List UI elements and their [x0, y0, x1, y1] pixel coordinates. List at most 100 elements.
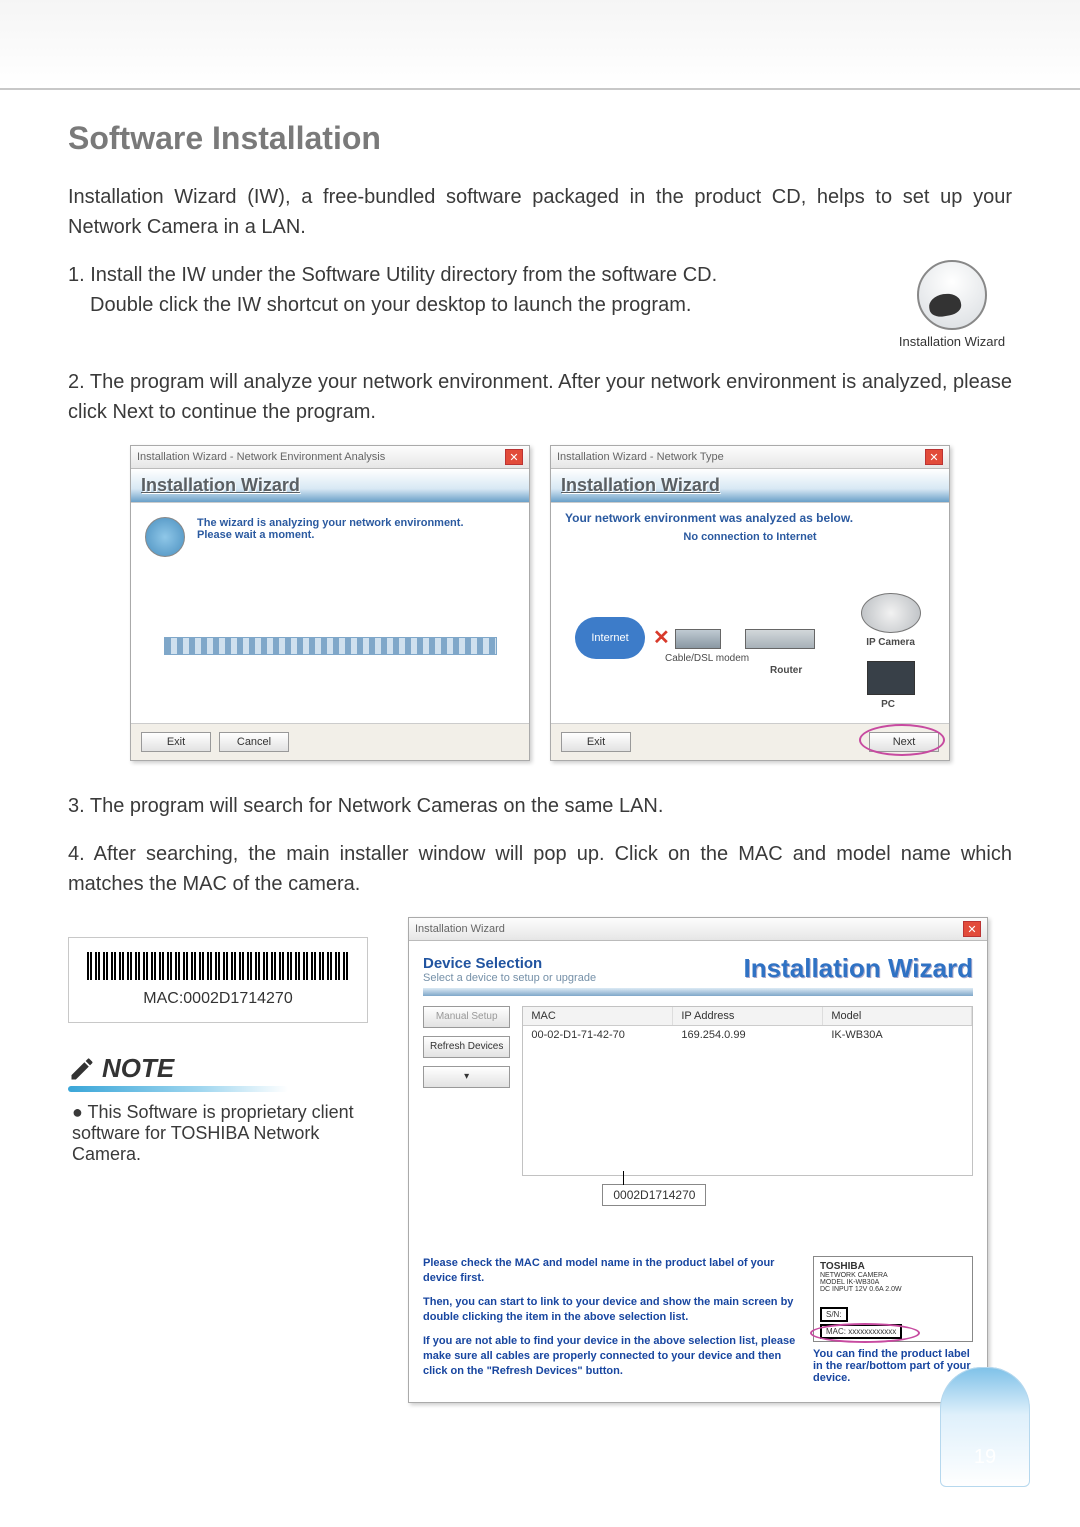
expand-button[interactable]: ▾ — [423, 1066, 510, 1088]
mac-text: MAC:0002D1714270 — [87, 990, 349, 1008]
label-model: NETWORK CAMERA — [820, 1272, 966, 1279]
cell-ip: 169.254.0.99 — [673, 1026, 823, 1044]
device-table[interactable]: MAC IP Address Model 00-02-D1-71-42-70 1… — [522, 1006, 973, 1176]
page-number-chip: 19 — [940, 1367, 1030, 1487]
info-p1: Please check the MAC and model name in t… — [423, 1256, 799, 1287]
screenshot-network-type: Installation Wizard - Network Type ✕ Ins… — [550, 445, 950, 761]
lower-group: MAC:0002D1714270 NOTE ● This Software is… — [68, 917, 1012, 1403]
close-icon[interactable]: ✕ — [925, 449, 943, 465]
ds-subtitle: Select a device to setup or upgrade — [423, 972, 596, 984]
pencil-icon — [68, 1055, 96, 1083]
screenshot-analyzing: Installation Wizard - Network Environmen… — [130, 445, 530, 761]
device-table-wrap: MAC IP Address Model 00-02-D1-71-42-70 1… — [522, 1006, 973, 1206]
spinner-icon — [145, 517, 185, 557]
analyzing-row: The wizard is analyzing your network env… — [145, 517, 515, 557]
exit-button[interactable]: Exit — [561, 732, 631, 752]
info-right: TOSHIBA NETWORK CAMERA MODEL IK-WB30A DC… — [813, 1256, 973, 1388]
note-heading: NOTE — [68, 1053, 388, 1084]
step-1: 1. Install the IW under the Software Uti… — [68, 260, 1012, 349]
device-selection-header: Device Selection Select a device to setu… — [423, 953, 973, 984]
note-bullet: ● This Software is proprietary client so… — [68, 1102, 388, 1165]
ds-brand: Installation Wizard — [744, 953, 973, 984]
shot1-titlebar: Installation Wizard - Network Environmen… — [131, 446, 529, 469]
shot2-header: Installation Wizard — [551, 469, 949, 503]
mac-barcode-card: MAC:0002D1714270 — [68, 937, 368, 1023]
note-underline — [68, 1086, 288, 1092]
screenshot-device-selection: Installation Wizard ✕ Device Selection S… — [408, 917, 988, 1403]
close-icon[interactable]: ✕ — [963, 921, 981, 937]
exit-button[interactable]: Exit — [141, 732, 211, 752]
step-3-text: 3. The program will search for Network C… — [68, 791, 1012, 821]
shot1-body: The wizard is analyzing your network env… — [131, 503, 529, 723]
highlight-ellipse-icon — [859, 724, 945, 756]
refresh-devices-button[interactable]: Refresh Devices — [423, 1036, 510, 1058]
shot3-title: Installation Wizard — [415, 923, 505, 935]
env-analyzed-text: Your network environment was analyzed as… — [565, 511, 935, 525]
iw-icon-label: Installation Wizard — [892, 334, 1012, 349]
cell-model: IK-WB30A — [823, 1026, 972, 1044]
th-ip: IP Address — [673, 1007, 823, 1025]
step-1-text: 1. Install the IW under the Software Uti… — [68, 260, 872, 320]
gradient-bar — [423, 988, 973, 996]
pc-icon — [867, 661, 915, 695]
router-icon — [745, 629, 815, 649]
shot1-msg2: Please wait a moment. — [197, 529, 464, 541]
step-1-line2: Double click the IW shortcut on your des… — [68, 290, 872, 320]
shot1-msg1: The wizard is analyzing your network env… — [197, 517, 464, 529]
manual-setup-button[interactable]: Manual Setup — [423, 1006, 510, 1028]
label-brand: TOSHIBA — [820, 1261, 966, 1272]
cell-mac: 00-02-D1-71-42-70 — [523, 1026, 673, 1044]
ip-camera-label: IP Camera — [866, 637, 915, 648]
page-top-border — [0, 0, 1080, 90]
modem-icon — [675, 629, 721, 649]
shot3-titlebar: Installation Wizard ✕ — [409, 918, 987, 941]
step-2-text: 2. The program will analyze your network… — [68, 367, 1012, 427]
disconnect-x-icon: ✕ — [653, 625, 670, 650]
mac-callout: 0002D1714270 — [602, 1184, 706, 1206]
table-header: MAC IP Address Model — [523, 1007, 972, 1026]
page-title: Software Installation — [68, 120, 1012, 157]
ds-title: Device Selection — [423, 955, 596, 972]
info-p2: Then, you can start to link to your devi… — [423, 1295, 799, 1326]
device-buttons: Manual Setup Refresh Devices ▾ — [423, 1006, 510, 1206]
note-block: NOTE ● This Software is proprietary clie… — [68, 1053, 388, 1165]
info-left: Please check the MAC and model name in t… — [423, 1256, 799, 1388]
page-number: 19 — [974, 1446, 996, 1469]
bottom-info: Please check the MAC and model name in t… — [423, 1256, 973, 1388]
shot3-body: Device Selection Select a device to setu… — [409, 941, 987, 1402]
ip-camera-icon — [861, 593, 921, 633]
info-p3: If you are not able to find your device … — [423, 1334, 799, 1380]
modem-label: Cable/DSL modem — [665, 653, 749, 664]
label-dc: DC INPUT 12V 0.6A 2.0W — [820, 1286, 966, 1293]
shot2-titlebar: Installation Wizard - Network Type ✕ — [551, 446, 949, 469]
shot2-title: Installation Wizard - Network Type — [557, 451, 724, 463]
product-label-card: TOSHIBA NETWORK CAMERA MODEL IK-WB30A DC… — [813, 1256, 973, 1342]
step-1-line1: 1. Install the IW under the Software Uti… — [68, 260, 872, 290]
iw-desktop-icon: Installation Wizard — [892, 260, 1012, 349]
shot2-footer: Exit Next — [551, 723, 949, 760]
label-model2: MODEL IK-WB30A — [820, 1279, 966, 1286]
shot2-body: Your network environment was analyzed as… — [551, 503, 949, 723]
note-label: NOTE — [102, 1053, 174, 1084]
close-icon[interactable]: ✕ — [505, 449, 523, 465]
pc-label: PC — [881, 699, 895, 710]
progress-bar — [164, 637, 497, 655]
table-row[interactable]: 00-02-D1-71-42-70 169.254.0.99 IK-WB30A — [523, 1026, 972, 1044]
screenshot-pair: Installation Wizard - Network Environmen… — [68, 445, 1012, 761]
label-hint: You can find the product label in the re… — [813, 1348, 973, 1384]
internet-cloud-icon: Internet — [575, 617, 645, 659]
shot1-header: Installation Wizard — [131, 469, 529, 503]
th-model: Model — [823, 1007, 972, 1025]
router-label: Router — [770, 665, 802, 676]
left-column: MAC:0002D1714270 NOTE ● This Software is… — [68, 917, 388, 1165]
label-sn: S/N: — [820, 1307, 848, 1322]
cancel-button[interactable]: Cancel — [219, 732, 289, 752]
device-area: Manual Setup Refresh Devices ▾ MAC IP Ad… — [423, 1006, 973, 1206]
installation-wizard-icon — [917, 260, 987, 330]
intro-paragraph: Installation Wizard (IW), a free-bundled… — [68, 182, 1012, 242]
shot1-title: Installation Wizard - Network Environmen… — [137, 451, 385, 463]
no-connection-text: No connection to Internet — [565, 531, 935, 543]
ds-left: Device Selection Select a device to setu… — [423, 955, 596, 984]
step-4-text: 4. After searching, the main installer w… — [68, 839, 1012, 899]
th-mac: MAC — [523, 1007, 673, 1025]
